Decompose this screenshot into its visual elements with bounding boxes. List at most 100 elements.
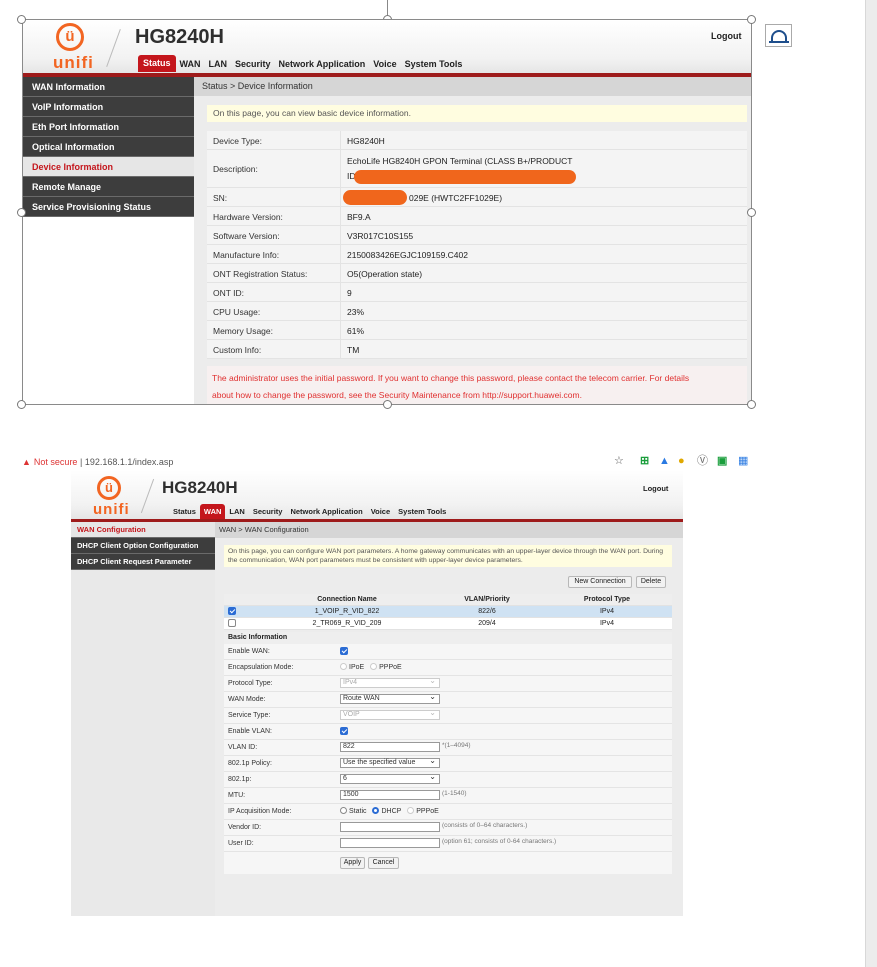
resize-handle-left[interactable] [17,208,26,217]
user-id-control: (option 61; consists of 0-64 characters.… [340,838,556,848]
form-row-enable-wan: Enable WAN: [224,644,672,660]
form-row-8021p: 802.1p: 6 [224,772,672,788]
sidebar-item-wan-configuration[interactable]: WAN Configuration [71,522,215,538]
connection-name: 1_VOIP_R_VID_822 [314,608,380,615]
user-id-input[interactable] [340,838,440,848]
service-type-label: Service Type: [228,712,271,719]
tab-voice[interactable]: Voice [367,507,394,516]
mtu-input[interactable]: 1500 [340,790,440,800]
user-id-label: User ID: [228,840,254,847]
mtu-hint: (1-1540) [442,790,467,797]
enable-vlan-checkbox[interactable] [340,727,348,735]
apply-button[interactable]: Apply [340,857,365,869]
page-notice: On this page, you can configure WAN port… [224,545,672,567]
tab-lan[interactable]: LAN [225,507,248,516]
extension-glasses-icon[interactable]: ● [678,455,685,468]
google-drive-icon[interactable]: ▲ [659,455,670,468]
extension-box-icon[interactable]: ▣ [717,455,727,468]
p8021-select[interactable]: 6 [340,773,440,784]
form-row-8021p-policy: 802.1p Policy: Use the specified value [224,756,672,772]
vendor-id-label: Vendor ID: [228,824,262,831]
resize-handle-bottom[interactable] [383,400,392,409]
brand-text: unifi [93,501,130,518]
sidebar-item-dhcp-client-option[interactable]: DHCP Client Option Configuration [71,538,215,554]
main-content: WAN > WAN Configuration On this page, yo… [215,522,683,916]
address-separator: | [79,457,83,467]
static-radio[interactable] [340,807,347,814]
p8021-label: 802.1p: [228,776,252,783]
breadcrumb: WAN > WAN Configuration [215,522,683,538]
tab-system-tools[interactable]: System Tools [394,507,450,516]
policy-select[interactable]: Use the specified value [340,757,440,768]
table-header-row: Connection Name VLAN/Priority Protocol T… [224,594,672,606]
tab-wan[interactable]: WAN [199,504,226,519]
wan-mode-control: Route WAN [340,693,440,704]
layout-options-button[interactable] [765,24,792,47]
ipoe-label: IPoE [349,664,365,671]
form-row-encapsulation: Encapsulation Mode: IPoE PPPoE [224,660,672,676]
wan-mode-select[interactable]: Route WAN [340,693,440,704]
form-row-vlan-id: VLAN ID: 822 *(1–4094) [224,740,672,756]
mtu-label: MTU: [228,792,246,799]
service-type-select[interactable]: VOIP [340,709,440,720]
layout-options-icon [771,30,787,41]
p8021-control: 6 [340,773,440,784]
new-connection-button[interactable]: New Connection [568,576,632,588]
pppoe-radio[interactable] [370,663,378,670]
not-secure-label: Not secure [33,457,78,467]
form-row-enable-vlan: Enable VLAN: [224,724,672,740]
windows-icon[interactable]: ▦ [738,455,748,468]
sidebar-item-dhcp-client-request[interactable]: DHCP Client Request Parameter [71,554,215,570]
dhcp-radio[interactable] [372,807,380,814]
logout-link[interactable]: Logout [643,484,668,493]
form-row-user-id: User ID: (option 61; consists of 0-64 ch… [224,836,672,852]
url-text: 192.168.1.1/index.asp [84,457,174,467]
encapsulation-control: IPoE PPPoE [340,663,406,671]
tab-network-application[interactable]: Network Application [286,507,366,516]
tab-security[interactable]: Security [249,507,287,516]
row-checkbox[interactable] [228,618,236,627]
bookmark-star-icon[interactable]: ☆ [614,455,624,468]
vlan-id-input[interactable]: 822 [340,742,440,752]
policy-control: Use the specified value [340,757,440,768]
protocol-type-select[interactable]: IPv4 [340,677,440,688]
pppoe-label: PPPoE [379,664,402,671]
vendor-id-control: (consists of 0–64 characters.) [340,822,527,832]
resize-handle-top-right[interactable] [747,15,756,24]
header-vlan-priority: VLAN/Priority [464,596,510,603]
delete-button[interactable]: Delete [636,576,666,588]
table-row[interactable]: 2_TR069_R_VID_209 209/4 IPv4 [224,618,672,630]
vlan-priority: 209/4 [478,620,496,627]
header-protocol-type: Protocol Type [583,596,631,603]
user-id-hint: (option 61; consists of 0-64 characters.… [442,838,557,845]
ipoe-radio[interactable] [340,663,347,670]
row-checkbox[interactable] [228,606,236,615]
cancel-button[interactable]: Cancel [368,857,399,869]
wan-mode-label: WAN Mode: [228,696,266,703]
extension-v-icon[interactable]: Ⓥ [697,455,708,468]
resize-handle-bottom-right[interactable] [747,400,756,409]
vendor-id-input[interactable] [340,822,440,832]
sidebar: WAN Configuration DHCP Client Option Con… [71,522,215,570]
vlan-id-control: 822 *(1–4094) [340,742,471,752]
resize-handle-top-left[interactable] [17,15,26,24]
enable-wan-label: Enable WAN: [228,648,270,655]
extension-plus-icon[interactable]: ⊞ [640,455,649,468]
connection-name: 2_TR069_R_VID_209 [312,620,382,627]
tab-status[interactable]: Status [169,507,200,516]
table-row[interactable]: 1_VOIP_R_VID_822 822/6 IPv4 [224,606,672,618]
enable-wan-control [340,647,348,657]
vlan-id-hint: *(1–4094) [442,742,471,749]
document-scrollbar[interactable] [865,0,877,967]
ip-mode-label: IP Acquisition Mode: [228,808,292,815]
policy-label: 802.1p Policy: [228,760,272,767]
browser-address-bar[interactable]: ▲ Not secure | 192.168.1.1/index.asp [22,457,173,467]
enable-wan-checkbox[interactable] [340,647,348,655]
ip-pppoe-radio[interactable] [407,807,415,814]
connections-table: Connection Name VLAN/Priority Protocol T… [224,594,672,630]
resize-handle-bottom-left[interactable] [17,400,26,409]
model-title: HG8240H [162,478,238,497]
resize-handle-right[interactable] [747,208,756,217]
form-row-mtu: MTU: 1500 (1-1540) [224,788,672,804]
service-type-control: VOIP [340,709,440,720]
